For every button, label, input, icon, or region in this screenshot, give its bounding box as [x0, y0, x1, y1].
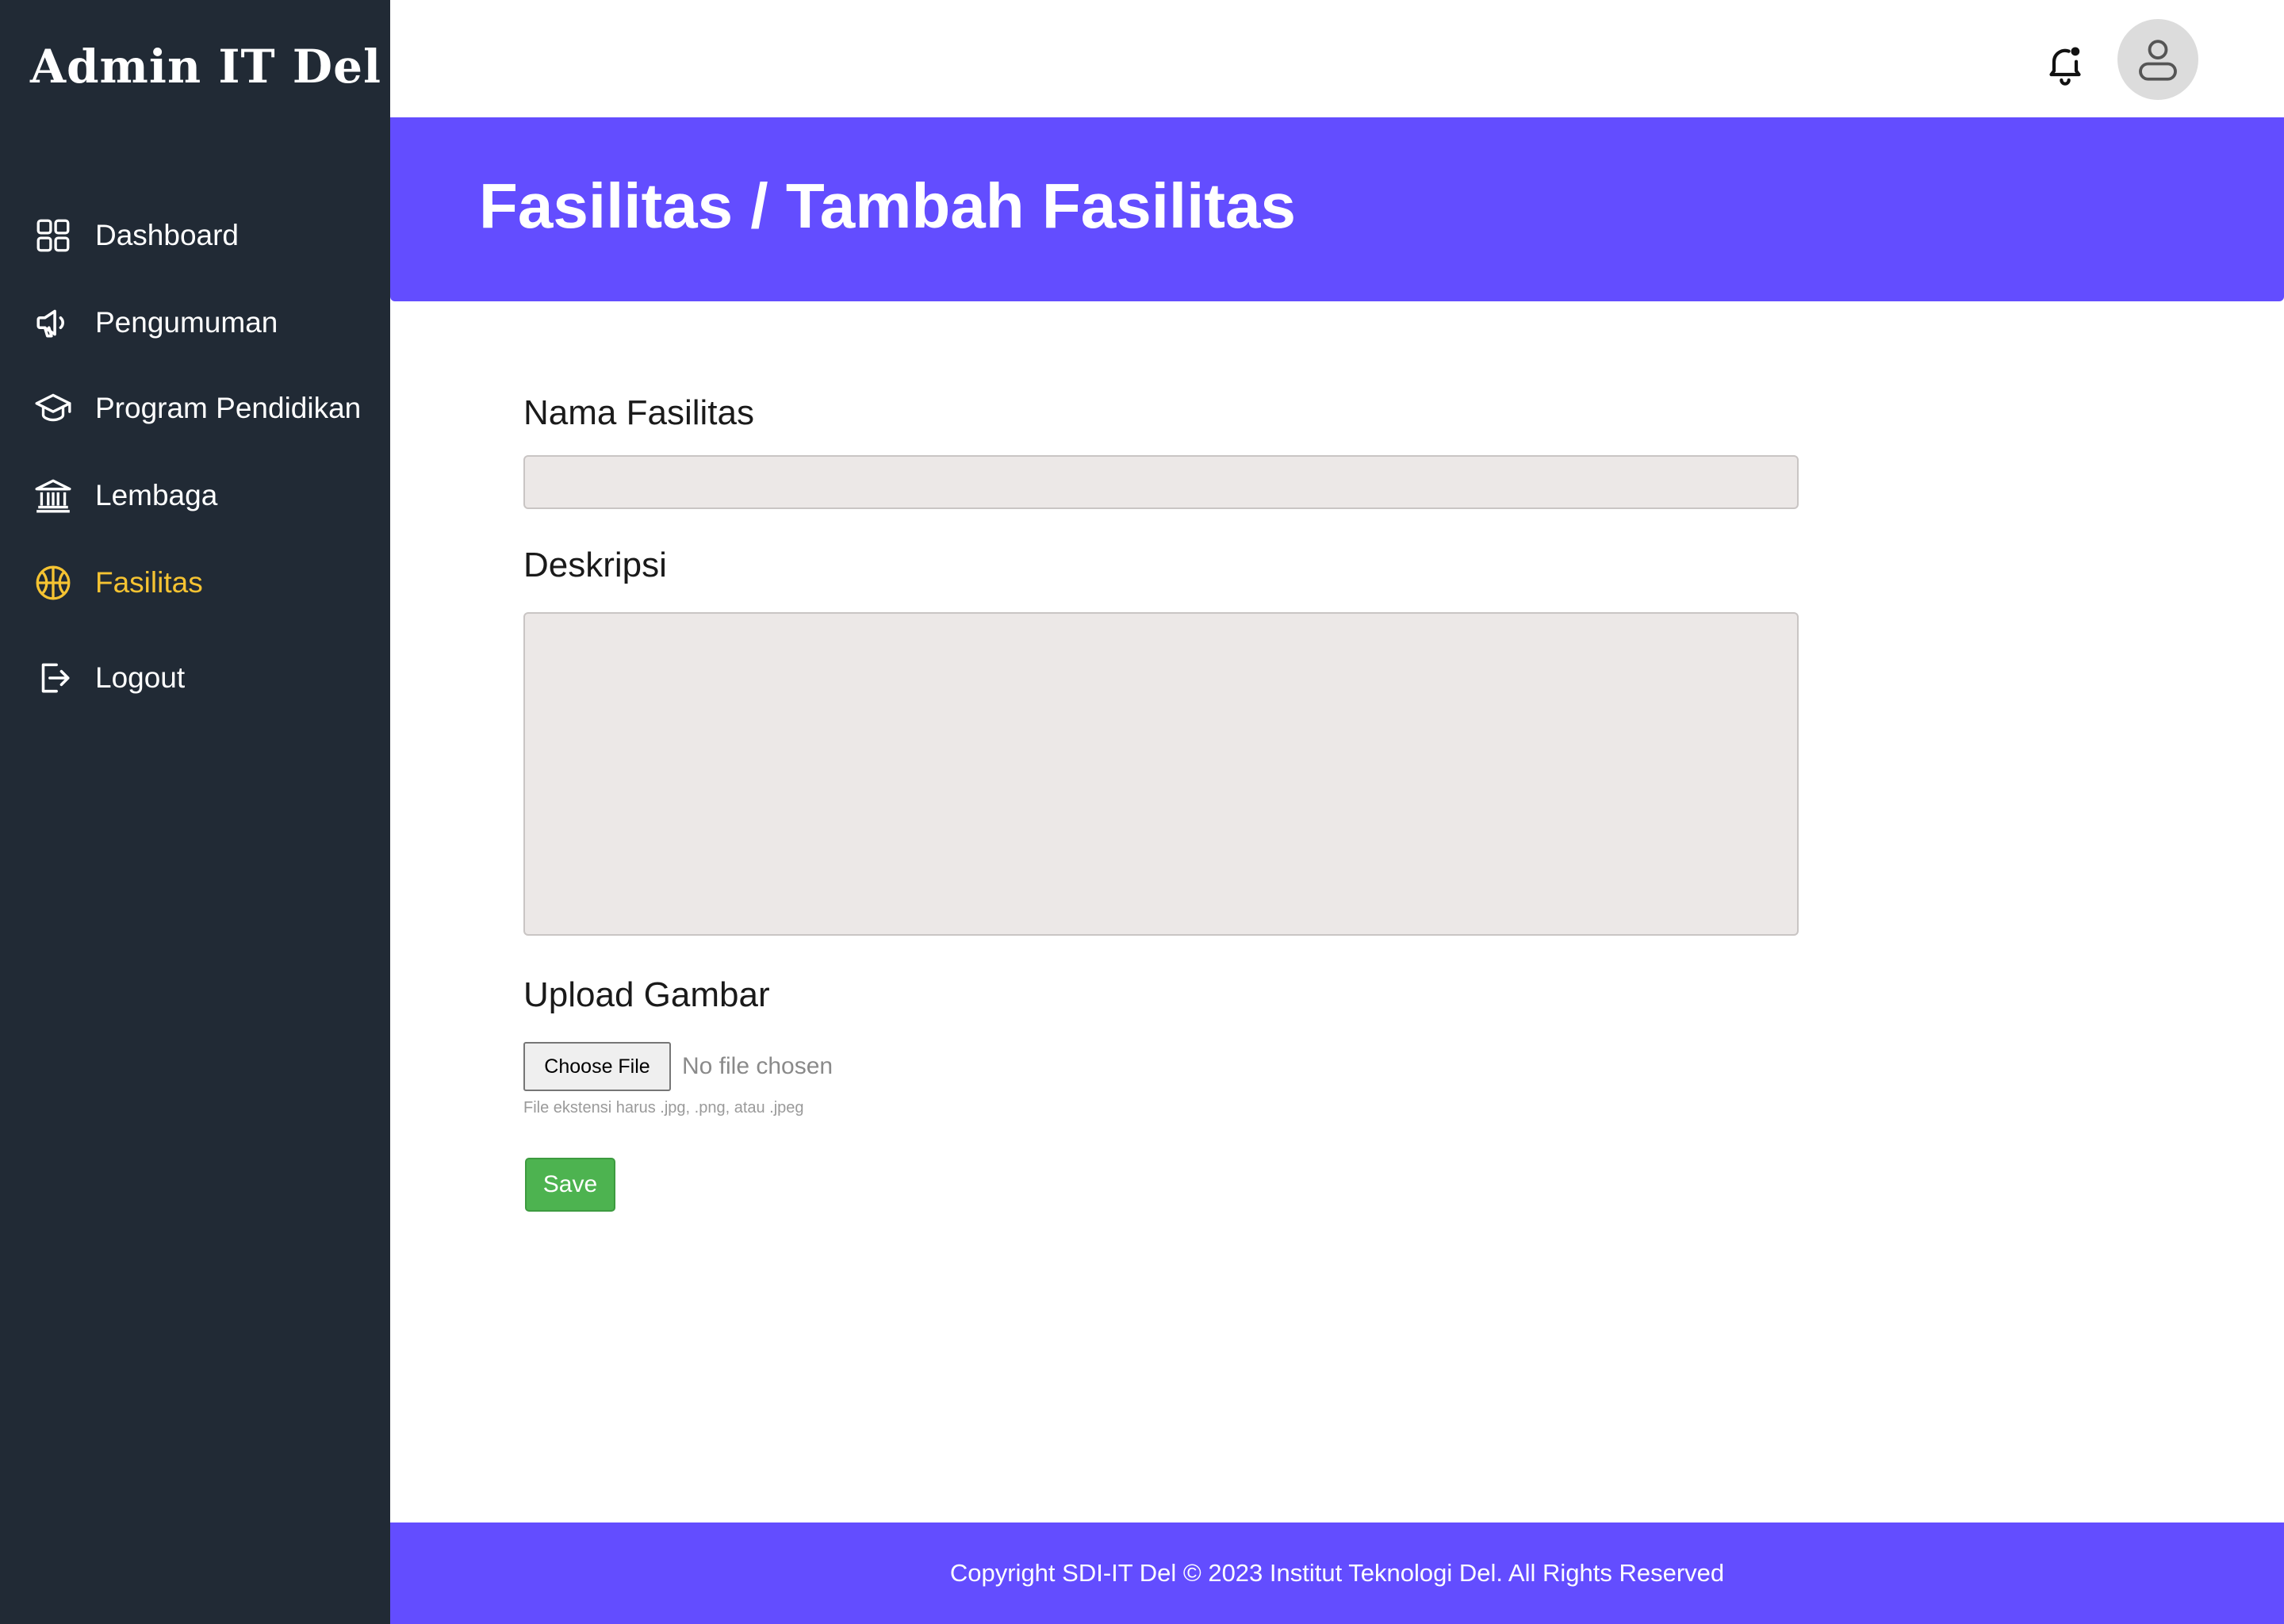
sidebar-item-label: Fasilitas — [95, 566, 203, 599]
copyright-text: Copyright SDI-IT Del © 2023 Institut Tek… — [949, 1559, 1725, 1587]
sidebar: Admin IT Del Dashboard Pengumuman Progra… — [0, 0, 390, 1624]
basketball-icon — [32, 561, 75, 604]
description-label: Deskripsi — [523, 546, 667, 584]
avatar[interactable] — [2117, 19, 2198, 100]
sidebar-item-fasilitas[interactable]: Fasilitas — [32, 555, 203, 611]
sidebar-item-label: Program Pendidikan — [95, 392, 362, 424]
footer: Copyright SDI-IT Del © 2023 Institut Tek… — [390, 1522, 2284, 1624]
file-status-text: No file chosen — [682, 1053, 834, 1079]
user-icon — [2139, 40, 2177, 81]
top-bar — [390, 0, 2284, 117]
page-title: Fasilitas / Tambah Fasilitas — [479, 170, 1296, 241]
institution-icon — [32, 474, 75, 517]
facility-name-input[interactable] — [523, 455, 1799, 509]
sidebar-item-label: Dashboard — [95, 219, 240, 251]
description-textarea[interactable] — [523, 612, 1799, 936]
file-extension-hint: File ekstensi harus .jpg, .png, atau .jp… — [523, 1099, 804, 1116]
facility-name-label: Nama Fasilitas — [523, 393, 754, 432]
sidebar-item-dashboard[interactable]: Dashboard — [32, 208, 239, 263]
sidebar-item-pengumuman[interactable]: Pengumuman — [32, 295, 278, 350]
sidebar-item-logout[interactable]: Logout — [32, 650, 185, 706]
grid-icon — [32, 214, 75, 257]
logout-icon — [32, 657, 75, 699]
bell-icon[interactable] — [2043, 41, 2087, 86]
page-banner: Fasilitas / Tambah Fasilitas — [390, 117, 2284, 301]
save-button[interactable]: Save — [525, 1158, 615, 1212]
sidebar-item-label: Lembaga — [95, 479, 218, 511]
sidebar-item-lembaga[interactable]: Lembaga — [32, 468, 217, 523]
megaphone-icon — [32, 301, 75, 344]
choose-file-button[interactable]: Choose File — [523, 1042, 671, 1091]
graduation-cap-icon — [32, 387, 75, 430]
upload-image-label: Upload Gambar — [523, 975, 770, 1014]
sidebar-item-label: Logout — [95, 661, 186, 694]
brand-title: Admin IT Del — [30, 40, 382, 94]
sidebar-item-program-pendidikan[interactable]: Program Pendidikan — [32, 381, 361, 436]
sidebar-item-label: Pengumuman — [95, 306, 278, 339]
